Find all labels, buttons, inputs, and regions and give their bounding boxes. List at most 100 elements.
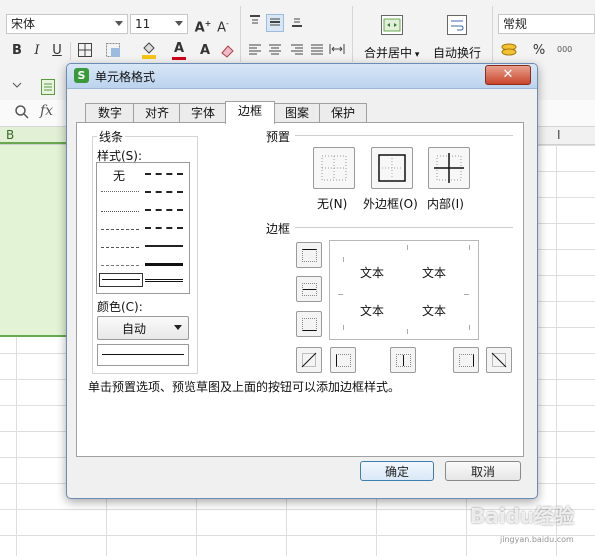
border-right-button[interactable] (453, 347, 479, 373)
cell-style-icon[interactable] (104, 42, 122, 60)
border-preview[interactable]: 文本 文本 文本 文本 (329, 240, 479, 340)
currency-icon[interactable] (500, 42, 518, 60)
ok-button[interactable]: 确定 (360, 461, 434, 481)
align-left-icon[interactable] (246, 42, 264, 60)
tab-alignment[interactable]: 对齐 (133, 103, 181, 123)
line-style-medium-dash-dot-dot[interactable] (145, 173, 183, 175)
tab-font[interactable]: 字体 (179, 103, 227, 123)
decrease-font-icon[interactable]: A- (214, 15, 232, 35)
wrap-text-icon[interactable] (446, 14, 468, 36)
dialog-titlebar[interactable]: S 单元格格式 ✕ (67, 64, 537, 89)
tab-border[interactable]: 边框 (225, 101, 275, 124)
column-letter-i[interactable]: I (557, 128, 561, 142)
preview-corner-mark (402, 329, 408, 334)
dialog-title: 单元格格式 (95, 70, 156, 84)
chevron-down-icon[interactable] (175, 21, 183, 26)
close-icon: ✕ (502, 67, 514, 82)
preset-inside-button[interactable] (428, 147, 470, 189)
chevron-down-icon[interactable] (115, 21, 123, 26)
tab-protection[interactable]: 保护 (319, 103, 367, 123)
selected-column-range[interactable] (0, 145, 72, 337)
line-group-title: 线条 (97, 128, 126, 145)
fill-color-icon[interactable] (140, 40, 158, 59)
color-preview (97, 344, 189, 366)
preset-none-button[interactable] (313, 147, 355, 189)
line-style-list[interactable]: 无 (96, 162, 190, 294)
border-bottom-icon (302, 318, 317, 331)
border-outline-icon (378, 154, 406, 182)
preset-outline-label: 外边框(O) (363, 197, 418, 211)
sheet-icon[interactable] (40, 78, 56, 96)
font-color-icon[interactable]: A (170, 40, 188, 60)
tab-pattern[interactable]: 图案 (273, 103, 321, 123)
line-style-dash-dot[interactable] (101, 247, 139, 248)
separator (70, 42, 71, 60)
align-top-icon[interactable] (246, 14, 264, 32)
merge-center-icon[interactable] (380, 14, 404, 36)
border-inside-horizontal-button[interactable] (296, 276, 322, 302)
line-style-dashed[interactable] (101, 265, 139, 266)
baidu-watermark: Baidu经验 (470, 504, 575, 528)
line-style-thick[interactable] (145, 263, 183, 266)
font-size-value: 11 (135, 17, 151, 31)
border-diagonal-down-button[interactable] (486, 347, 512, 373)
line-style-dotted[interactable] (101, 211, 139, 212)
merge-center-button[interactable]: 合并居中 ▾ (364, 44, 419, 61)
preset-inside-label: 内部(I) (427, 197, 464, 211)
line-style-dash-dot-dot[interactable] (101, 229, 139, 230)
color-dropdown[interactable]: 自动 (97, 316, 189, 340)
line-style-hair[interactable] (101, 191, 139, 192)
line-style-none[interactable]: 无 (113, 167, 125, 184)
border-left-button[interactable] (330, 347, 356, 373)
color-label: 颜色(C): (97, 300, 143, 314)
text-effect-icon[interactable]: A (196, 42, 214, 60)
cancel-button[interactable]: 取消 (445, 461, 521, 481)
preset-none-label: 无(N) (317, 197, 348, 211)
align-center-icon[interactable] (266, 42, 284, 60)
chevron-down-icon: ▾ (412, 50, 420, 60)
font-size-select[interactable]: 11 (130, 14, 188, 34)
align-bottom-icon[interactable] (288, 14, 306, 32)
border-inside-vertical-button[interactable] (390, 347, 416, 373)
tab-number[interactable]: 数字 (85, 103, 135, 123)
preview-text-bottom-right: 文本 (422, 304, 447, 318)
bold-button[interactable]: B (8, 42, 26, 60)
border-bottom-button[interactable] (296, 311, 322, 337)
border-top-button[interactable] (296, 242, 322, 268)
increase-font-icon[interactable]: A+ (194, 15, 212, 35)
wrap-text-button[interactable]: 自动换行 (433, 44, 481, 61)
border-diagonal-up-button[interactable] (296, 347, 322, 373)
font-name-select[interactable]: 宋体 (6, 14, 128, 34)
align-middle-icon[interactable] (266, 14, 284, 32)
line-style-medium[interactable] (145, 245, 183, 247)
close-button[interactable]: ✕ (485, 65, 531, 85)
eraser-icon[interactable] (218, 42, 236, 60)
border-group-title: 边框 (266, 222, 291, 236)
line-style-double[interactable] (145, 279, 183, 282)
number-format-select[interactable]: 常规 (498, 14, 595, 34)
fx-button[interactable]: fx (40, 103, 53, 119)
preview-corner-mark (338, 325, 344, 330)
diagonal-up-icon (301, 352, 317, 368)
italic-button[interactable]: I (28, 42, 46, 60)
svg-text:000: 000 (557, 45, 572, 54)
distribute-icon[interactable] (328, 42, 346, 60)
column-letter-b: B (6, 128, 15, 142)
line-style-slant-dash-dot[interactable] (145, 191, 183, 193)
line-style-medium-dashed[interactable] (145, 227, 183, 229)
justify-icon[interactable] (308, 42, 326, 60)
preset-outline-button[interactable] (371, 147, 413, 189)
zoom-icon[interactable] (14, 104, 30, 120)
line-style-thin-selected[interactable] (99, 273, 143, 287)
column-header-b[interactable]: B (0, 127, 70, 144)
decimal-icon[interactable]: 000 (556, 42, 574, 60)
preview-corner-mark (464, 245, 470, 250)
line-style-medium-dash-dot[interactable] (145, 209, 183, 211)
percent-button[interactable]: % (530, 42, 548, 60)
preview-corner-mark (338, 257, 344, 262)
underline-button[interactable]: U (48, 42, 66, 60)
borders-icon[interactable] (76, 42, 94, 60)
dropdown-arrow-icon[interactable] (8, 78, 26, 96)
baidu-watermark-url: jingyan.baidu.com (500, 535, 574, 544)
align-right-icon[interactable] (288, 42, 306, 60)
